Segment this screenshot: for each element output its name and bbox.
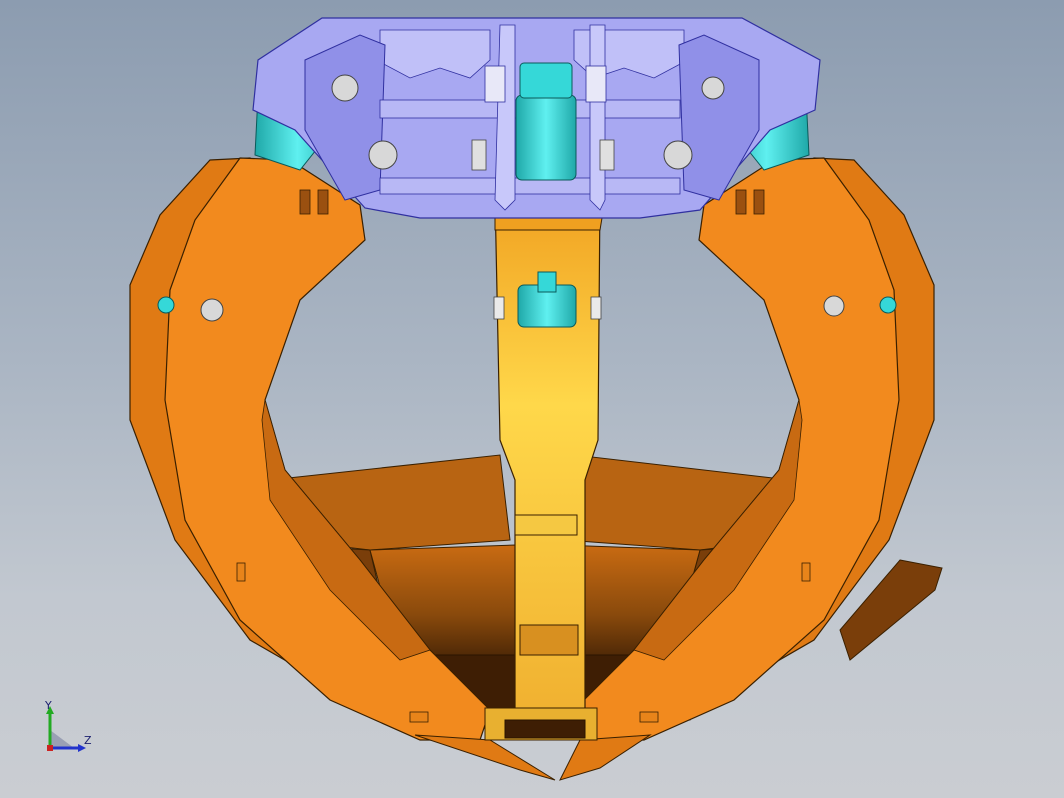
z-axis-label: Z	[84, 734, 92, 747]
pin-mid-right	[663, 140, 693, 170]
pin-top-right	[701, 76, 725, 100]
cad-viewport[interactable]: Y Z	[0, 0, 1064, 798]
x-axis-marker	[47, 745, 53, 751]
pin-claw-left	[200, 298, 224, 322]
claw-tips	[414, 734, 652, 781]
pin-top-left	[331, 74, 359, 102]
triad-plane-shading	[50, 730, 74, 748]
y-axis-label: Y	[45, 699, 52, 712]
pin-claw-right	[823, 295, 845, 317]
pin-mid-left	[368, 140, 398, 170]
grapple-model[interactable]	[0, 0, 1064, 798]
